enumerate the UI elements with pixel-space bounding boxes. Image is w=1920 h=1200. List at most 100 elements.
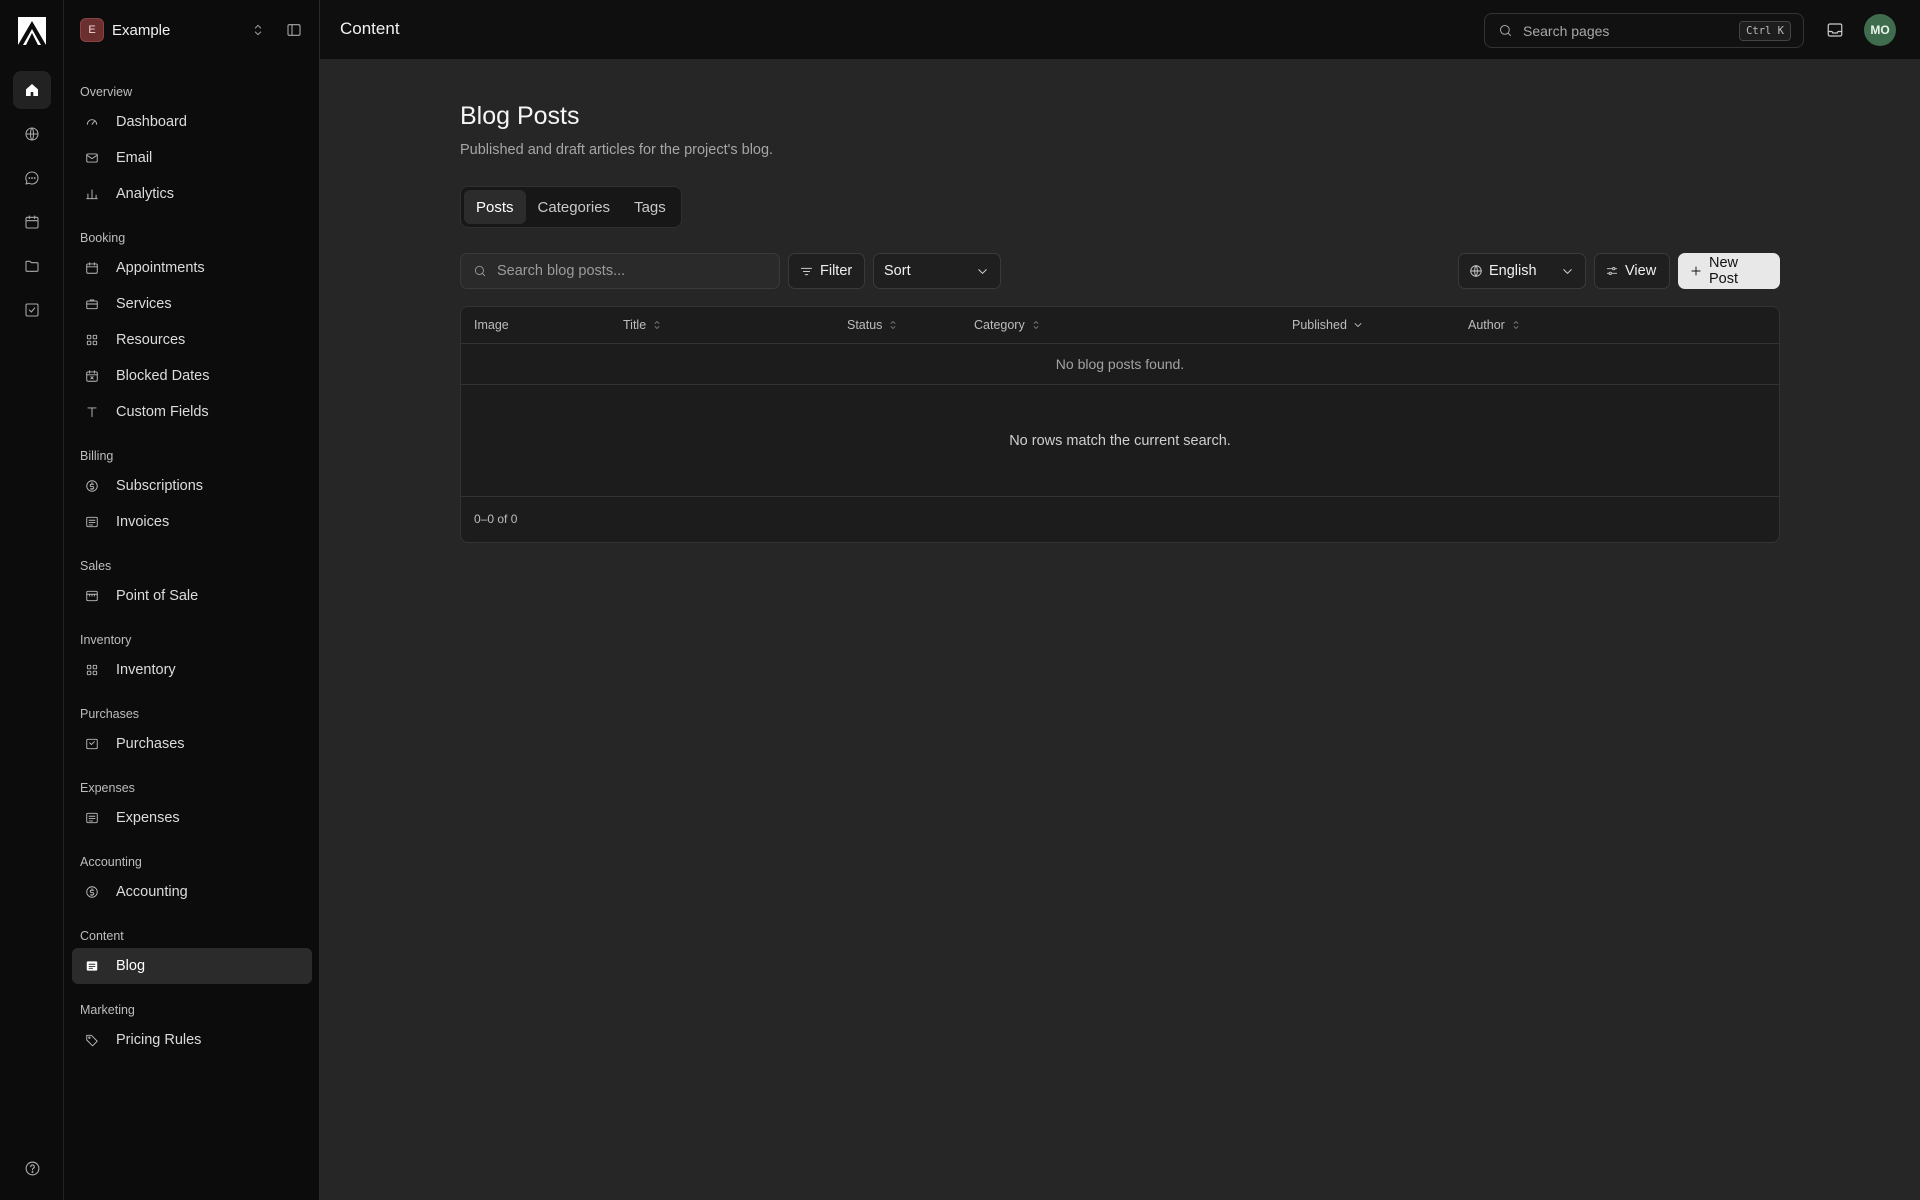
- rail-folder-icon[interactable]: [13, 247, 51, 285]
- sidebar-item-label: Pricing Rules: [116, 1032, 202, 1048]
- sidebar-item-blocked-dates[interactable]: Blocked Dates: [72, 358, 312, 394]
- chevron-down-icon: [1352, 319, 1364, 331]
- sort-arrows-icon: [1030, 319, 1042, 331]
- sidebar-item-label: Analytics: [116, 186, 175, 202]
- search-icon: [473, 264, 487, 278]
- sidebar-item-label: Services: [116, 296, 172, 312]
- sort-arrows-icon: [887, 319, 899, 331]
- blog-posts-table: Image Title Status Category Published Au…: [460, 306, 1780, 543]
- inbox-check-icon: [85, 737, 99, 751]
- new-post-button[interactable]: New Post: [1678, 253, 1780, 289]
- sidebar-item-label: Custom Fields: [116, 404, 209, 420]
- filter-button[interactable]: Filter: [788, 253, 865, 289]
- page-section-title: Content: [340, 19, 400, 38]
- top-bar: Content Search pages Ctrl K MO: [320, 0, 1920, 60]
- content-tabs: Posts Categories Tags: [460, 186, 682, 228]
- column-category[interactable]: Category: [974, 318, 1042, 332]
- table-toolbar: Filter Sort English View: [460, 253, 1780, 289]
- rail-home-icon[interactable]: [13, 71, 51, 109]
- inbox-icon[interactable]: [1826, 21, 1844, 39]
- sidebar-item-label: Point of Sale: [116, 588, 199, 604]
- gauge-icon: [85, 115, 99, 129]
- chevrons-up-down-icon: [250, 22, 266, 38]
- nav-group-label: Booking: [80, 231, 126, 245]
- tab-categories[interactable]: Categories: [526, 190, 623, 224]
- sort-select[interactable]: Sort: [873, 253, 1001, 289]
- search-icon: [1498, 23, 1513, 38]
- rail-checkbox-icon[interactable]: [13, 291, 51, 329]
- column-author[interactable]: Author: [1468, 318, 1522, 332]
- receipt-icon: [85, 515, 99, 529]
- sidebar-item-label: Blog: [116, 958, 146, 974]
- sidebar-item-expenses[interactable]: Expenses: [72, 800, 312, 836]
- new-post-label: New Post: [1709, 255, 1739, 287]
- sidebar-item-pricing-rules[interactable]: Pricing Rules: [72, 1022, 312, 1058]
- sidebar-item-blog[interactable]: Blog: [72, 948, 312, 984]
- sidebar-item-inventory[interactable]: Inventory: [72, 652, 312, 688]
- tab-posts[interactable]: Posts: [464, 190, 526, 224]
- workspace-badge: E: [80, 18, 104, 42]
- chevron-down-icon: [1560, 264, 1575, 279]
- sidebar-item-services[interactable]: Services: [72, 286, 312, 322]
- icon-rail: [0, 0, 64, 1200]
- sidebar-item-point-of-sale[interactable]: Point of Sale: [72, 578, 312, 614]
- tab-tags[interactable]: Tags: [622, 190, 678, 224]
- column-title[interactable]: Title: [623, 318, 663, 332]
- briefcase-icon: [85, 297, 99, 311]
- sidebar-item-label: Expenses: [116, 810, 180, 826]
- user-avatar[interactable]: MO: [1864, 14, 1896, 46]
- page-subtitle: Published and draft articles for the pro…: [460, 142, 774, 158]
- column-status[interactable]: Status: [847, 318, 899, 332]
- sidebar-item-dashboard[interactable]: Dashboard: [72, 104, 312, 140]
- column-published[interactable]: Published: [1292, 318, 1364, 332]
- help-icon[interactable]: [24, 1160, 41, 1177]
- dollar-circle-icon: [85, 885, 99, 899]
- column-image: Image: [474, 318, 509, 332]
- plus-icon: [1689, 264, 1703, 278]
- nav-group-label: Expenses: [80, 781, 135, 795]
- sidebar-toggle-icon[interactable]: [286, 22, 302, 38]
- search-pages-input[interactable]: Search pages Ctrl K: [1484, 13, 1804, 48]
- nav-group-label: Marketing: [80, 1003, 135, 1017]
- sidebar-item-accounting[interactable]: Accounting: [72, 874, 312, 910]
- filter-label: Filter: [820, 263, 853, 279]
- app-logo-icon[interactable]: [17, 16, 47, 46]
- sidebar-item-invoices[interactable]: Invoices: [72, 504, 312, 540]
- sidebar-item-resources[interactable]: Resources: [72, 322, 312, 358]
- sidebar-item-label: Invoices: [116, 514, 170, 530]
- newspaper-icon: [85, 959, 99, 973]
- nav-group-label: Billing: [80, 449, 114, 463]
- sliders-icon: [1605, 264, 1619, 278]
- workspace-switcher[interactable]: E Example: [80, 17, 306, 43]
- page-title: Blog Posts: [460, 102, 580, 130]
- empty-message: No rows match the current search.: [461, 385, 1779, 497]
- chevron-down-icon: [975, 264, 990, 279]
- sidebar-item-analytics[interactable]: Analytics: [72, 176, 312, 212]
- nav-group-label: Sales: [80, 559, 112, 573]
- sidebar-item-label: Email: [116, 150, 153, 166]
- language-select[interactable]: English: [1458, 253, 1586, 289]
- bar-chart-icon: [85, 187, 99, 201]
- search-pages-placeholder: Search pages: [1523, 22, 1610, 39]
- sidebar-item-label: Appointments: [116, 260, 205, 276]
- sidebar: E Example Overview Dashboard Email Analy…: [64, 0, 320, 1200]
- sidebar-item-custom-fields[interactable]: Custom Fields: [72, 394, 312, 430]
- sidebar-item-appointments[interactable]: Appointments: [72, 250, 312, 286]
- mail-icon: [85, 151, 99, 165]
- blog-search-input[interactable]: [497, 263, 757, 279]
- view-button[interactable]: View: [1594, 253, 1670, 289]
- sidebar-item-purchases[interactable]: Purchases: [72, 726, 312, 762]
- nav-group-label: Content: [80, 929, 124, 943]
- sidebar-item-subscriptions[interactable]: Subscriptions: [72, 468, 312, 504]
- rail-calendar-icon[interactable]: [13, 203, 51, 241]
- rail-message-icon[interactable]: [13, 159, 51, 197]
- sidebar-item-email[interactable]: Email: [72, 140, 312, 176]
- language-current: English: [1469, 263, 1537, 279]
- rail-globe-icon[interactable]: [13, 115, 51, 153]
